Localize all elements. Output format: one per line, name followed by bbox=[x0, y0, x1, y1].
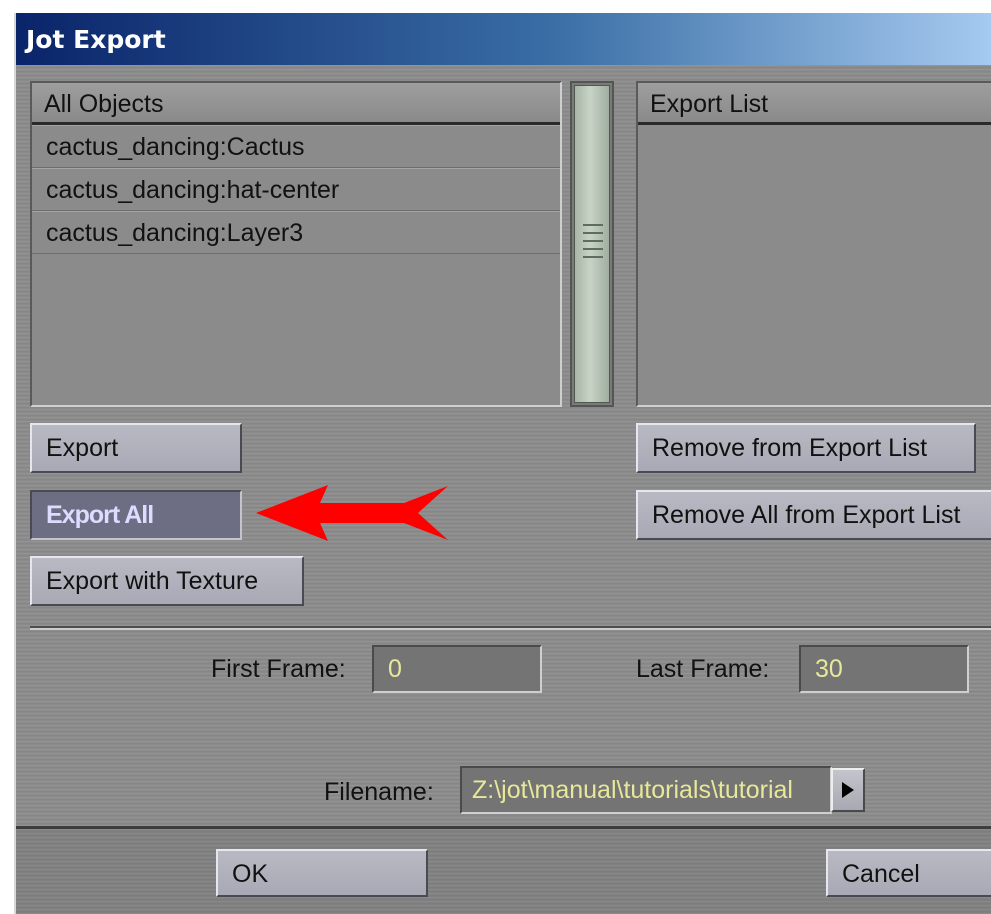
grip-line bbox=[583, 240, 603, 242]
window-title: Jot Export bbox=[26, 25, 166, 54]
section-divider bbox=[30, 626, 991, 630]
first-frame-label: First Frame: bbox=[211, 655, 346, 683]
play-arrow-icon bbox=[842, 782, 854, 798]
all-objects-scrollbar[interactable] bbox=[570, 81, 614, 407]
export-button[interactable]: Export bbox=[30, 423, 242, 473]
list-item[interactable]: cactus_dancing:hat-center bbox=[32, 168, 560, 211]
dialog-footer: OK Cancel bbox=[16, 826, 991, 914]
all-objects-header: All Objects bbox=[32, 83, 560, 125]
export-with-texture-button[interactable]: Export with Texture bbox=[30, 556, 304, 606]
export-list[interactable]: Export List bbox=[636, 81, 991, 407]
last-frame-label: Last Frame: bbox=[636, 655, 770, 683]
last-frame-input[interactable]: 30 bbox=[799, 645, 969, 693]
first-frame-input[interactable]: 0 bbox=[372, 645, 542, 693]
list-item[interactable]: cactus_dancing:Cactus bbox=[32, 125, 560, 168]
grip-line bbox=[583, 256, 603, 258]
title-bar[interactable]: Jot Export bbox=[16, 13, 991, 65]
jot-export-dialog: Jot Export All Objects cactus_dancing:Ca… bbox=[14, 13, 991, 914]
grip-line bbox=[583, 232, 603, 234]
browse-file-button[interactable] bbox=[831, 768, 865, 812]
remove-all-from-export-list-button[interactable]: Remove All from Export List bbox=[636, 490, 991, 540]
filename-label: Filename: bbox=[324, 778, 434, 806]
scrollbar-thumb[interactable] bbox=[574, 85, 610, 403]
list-item[interactable]: cactus_dancing:Layer3 bbox=[32, 211, 560, 254]
grip-line bbox=[583, 248, 603, 250]
cancel-button[interactable]: Cancel bbox=[826, 849, 991, 897]
export-list-header: Export List bbox=[638, 83, 991, 125]
ok-button[interactable]: OK bbox=[216, 849, 428, 897]
arrow-shape bbox=[256, 485, 448, 541]
all-objects-list[interactable]: All Objects cactus_dancing:Cactus cactus… bbox=[30, 81, 562, 407]
grip-line bbox=[583, 224, 603, 226]
red-arrow-annotation bbox=[256, 485, 448, 541]
remove-from-export-list-button[interactable]: Remove from Export List bbox=[636, 423, 976, 473]
export-all-button[interactable]: Export All bbox=[30, 490, 242, 540]
filename-input[interactable]: Z:\jot\manual\tutorials\tutorial bbox=[460, 766, 832, 814]
